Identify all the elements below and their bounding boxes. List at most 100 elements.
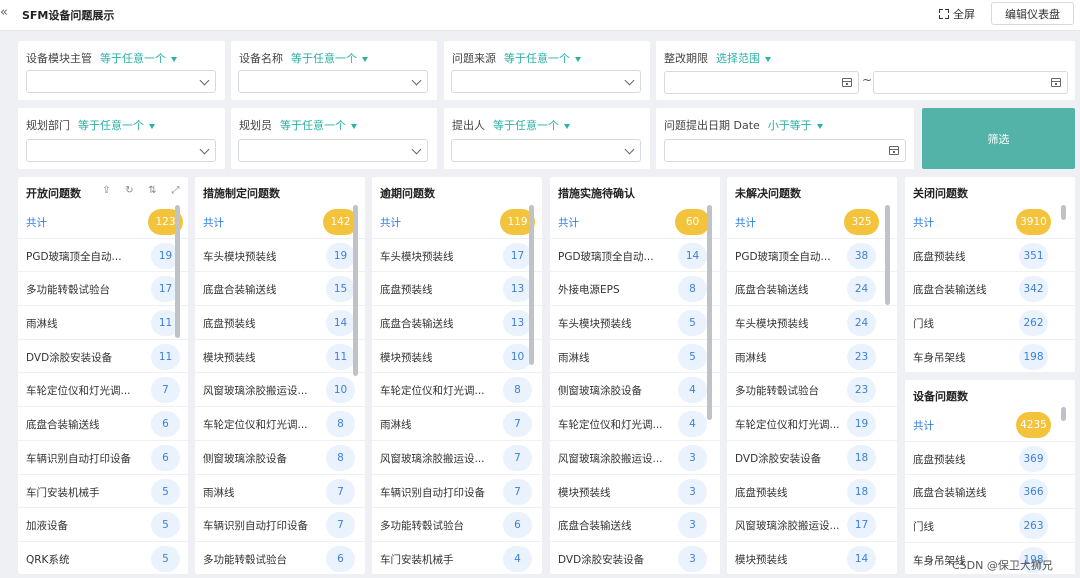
- total-row[interactable]: 共计 60: [550, 205, 720, 239]
- list-item[interactable]: 车头模块预装线 24: [727, 306, 897, 340]
- filter-submit-button[interactable]: 筛选: [922, 108, 1075, 169]
- total-row[interactable]: 共计 142: [195, 205, 365, 239]
- list-item[interactable]: 底盘合装输送线 3: [550, 508, 720, 542]
- list-item[interactable]: 模块预装线 14: [727, 542, 897, 574]
- caret-down-icon: [816, 123, 823, 129]
- list-item[interactable]: 雨淋线 11: [18, 306, 188, 340]
- device-name-select[interactable]: [238, 70, 428, 93]
- list-item[interactable]: 车头模块预装线 5: [550, 306, 720, 340]
- list-item[interactable]: 模块预装线 3: [550, 475, 720, 509]
- list-item[interactable]: PGD玻璃顶全自动... 38: [727, 239, 897, 273]
- list-item[interactable]: 底盘预装线 14: [195, 306, 365, 340]
- list-item[interactable]: 门线 262: [905, 306, 1075, 340]
- refresh-icon[interactable]: ↻: [123, 185, 136, 197]
- filter-operator-dropdown[interactable]: 等于任意一个: [504, 52, 581, 65]
- list-item[interactable]: 底盘预装线 18: [727, 475, 897, 509]
- list-item[interactable]: 车轮定位仪和灯光调... 4: [550, 407, 720, 441]
- scrollbar[interactable]: [1061, 407, 1066, 421]
- scrollbar[interactable]: [175, 205, 180, 338]
- list-item[interactable]: 底盘合装输送线 366: [905, 475, 1075, 510]
- total-row[interactable]: 共计 325: [727, 205, 897, 239]
- list-item[interactable]: 车轮定位仪和灯光调... 8: [372, 373, 542, 408]
- issue-source-select[interactable]: [451, 70, 641, 93]
- list-item[interactable]: 车辆识别自动打印设备 7: [195, 508, 365, 542]
- filter-operator-dropdown[interactable]: 等于任意一个: [493, 119, 570, 132]
- planner-select[interactable]: [238, 139, 428, 162]
- list-item[interactable]: 底盘合装输送线 13: [372, 306, 542, 340]
- list-item[interactable]: 底盘预装线 369: [905, 442, 1075, 476]
- list-item[interactable]: 外接电源EPS 8: [550, 272, 720, 307]
- scrollbar[interactable]: [1061, 205, 1066, 220]
- filter-operator-dropdown[interactable]: 选择范围: [716, 52, 771, 65]
- propose-date-input[interactable]: [664, 139, 906, 162]
- collapse-sidebar-icon[interactable]: «: [0, 5, 8, 20]
- list-item[interactable]: 模块预装线 11: [195, 340, 365, 374]
- total-row[interactable]: 共计 4235: [905, 408, 1075, 442]
- list-item[interactable]: 车门安装机械手 4: [372, 542, 542, 574]
- list-item[interactable]: 雨淋线 7: [372, 407, 542, 441]
- list-item[interactable]: 车轮定位仪和灯光调... 19: [727, 407, 897, 441]
- scrollbar[interactable]: [353, 205, 358, 376]
- list-item[interactable]: 风窗玻璃涂胶搬运设... 17: [727, 508, 897, 542]
- module-owner-select[interactable]: [26, 70, 216, 93]
- upload-icon[interactable]: ⇪: [100, 185, 113, 197]
- scrollbar[interactable]: [885, 205, 890, 305]
- list-item[interactable]: PGD玻璃顶全自动... 14: [550, 239, 720, 273]
- list-item[interactable]: 多功能转毂试验台 6: [372, 508, 542, 542]
- list-item[interactable]: QRK系统 5: [18, 542, 188, 574]
- list-item[interactable]: 风窗玻璃涂胶搬运设... 7: [372, 441, 542, 475]
- row-label: 底盘预装线: [913, 250, 966, 263]
- list-item[interactable]: 车门安装机械手 5: [18, 475, 188, 509]
- list-item[interactable]: 底盘合装输送线 342: [905, 272, 1075, 307]
- list-item[interactable]: 底盘预装线 351: [905, 239, 1075, 273]
- scrollbar[interactable]: [707, 205, 712, 420]
- list-item[interactable]: PGD玻璃顶全自动... 19: [18, 239, 188, 273]
- total-row[interactable]: 共计 3910: [905, 205, 1075, 239]
- list-item[interactable]: 风窗玻璃涂胶搬运设... 10: [195, 373, 365, 408]
- filter-operator-dropdown[interactable]: 等于任意一个: [100, 52, 177, 65]
- filter-operator-dropdown[interactable]: 等于任意一个: [78, 119, 155, 132]
- filter-operator-dropdown[interactable]: 等于任意一个: [291, 52, 368, 65]
- sort-icon[interactable]: ⇅: [146, 185, 159, 197]
- plan-dept-select[interactable]: [26, 139, 216, 162]
- list-item[interactable]: 底盘预装线 13: [372, 272, 542, 307]
- list-item[interactable]: 底盘合装输送线 24: [727, 272, 897, 307]
- list-item[interactable]: DVD涂胶安装设备 11: [18, 340, 188, 374]
- list-item[interactable]: 雨淋线 7: [195, 475, 365, 509]
- list-item[interactable]: 车辆识别自动打印设备 7: [372, 475, 542, 509]
- list-item[interactable]: 车身吊架线 198: [905, 340, 1075, 372]
- fullscreen-button[interactable]: 全屏: [939, 6, 975, 22]
- list-item[interactable]: DVD涂胶安装设备 18: [727, 441, 897, 475]
- total-row[interactable]: 共计 123: [18, 205, 188, 239]
- expand-icon[interactable]: ⤢: [169, 185, 182, 197]
- edit-dashboard-button[interactable]: 编辑仪表盘: [991, 2, 1074, 25]
- row-label: 共计: [203, 217, 224, 229]
- filter-operator-dropdown[interactable]: 等于任意一个: [280, 119, 357, 132]
- list-item[interactable]: 风窗玻璃涂胶搬运设... 3: [550, 441, 720, 475]
- list-item[interactable]: 多功能转毂试验台 6: [195, 542, 365, 574]
- list-item[interactable]: 底盘合装输送线 6: [18, 407, 188, 441]
- list-item[interactable]: 车头模块预装线 19: [195, 239, 365, 273]
- list-item[interactable]: 侧窗玻璃涂胶设备 4: [550, 373, 720, 408]
- list-item[interactable]: 车轮定位仪和灯光调... 7: [18, 373, 188, 408]
- deadline-start-date[interactable]: [664, 71, 859, 94]
- list-item[interactable]: 雨淋线 5: [550, 340, 720, 374]
- list-item[interactable]: 车轮定位仪和灯光调... 8: [195, 407, 365, 441]
- list-item[interactable]: 多功能转毂试验台 23: [727, 373, 897, 408]
- list-item[interactable]: 侧窗玻璃涂胶设备 8: [195, 441, 365, 475]
- calendar-icon: [889, 146, 899, 155]
- list-item[interactable]: 雨淋线 23: [727, 340, 897, 374]
- filter-operator-dropdown[interactable]: 小于等于: [768, 119, 823, 132]
- list-item[interactable]: 车头模块预装线 17: [372, 239, 542, 273]
- list-item[interactable]: 多功能转毂试验台 17: [18, 272, 188, 307]
- deadline-end-date[interactable]: [873, 71, 1068, 94]
- list-item[interactable]: DVD涂胶安装设备 3: [550, 542, 720, 574]
- list-item[interactable]: 底盘合装输送线 15: [195, 272, 365, 307]
- list-item[interactable]: 车辆识别自动打印设备 6: [18, 441, 188, 475]
- total-row[interactable]: 共计 119: [372, 205, 542, 239]
- proposer-select[interactable]: [451, 139, 641, 162]
- list-item[interactable]: 模块预装线 10: [372, 340, 542, 374]
- list-item[interactable]: 门线 263: [905, 509, 1075, 543]
- scrollbar[interactable]: [529, 205, 534, 365]
- list-item[interactable]: 加液设备 5: [18, 508, 188, 542]
